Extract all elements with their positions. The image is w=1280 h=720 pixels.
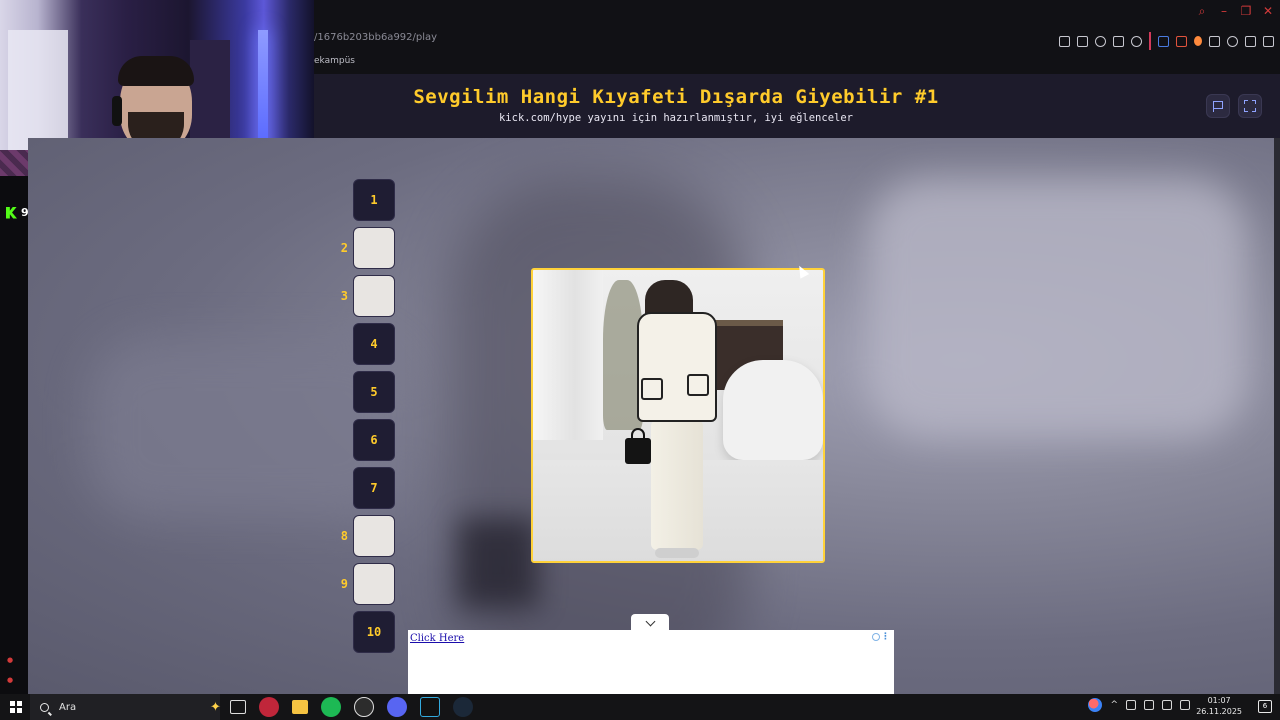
taskbar: Ara ✦ ^ 01:07 26.11.2025 6 xyxy=(0,694,1280,720)
notification-icon[interactable]: 6 xyxy=(1258,700,1272,713)
minimize-icon[interactable]: – xyxy=(1218,4,1230,18)
rank-slot-8-thumbnail[interactable] xyxy=(353,515,395,557)
scrollbar[interactable] xyxy=(1274,138,1280,694)
page-subtitle: kick.com/hype yayını için hazırlanmıştır… xyxy=(498,112,853,124)
rank-slot-5[interactable]: 5 xyxy=(353,371,395,413)
capcut-icon[interactable] xyxy=(420,697,440,717)
side-indicator-icon: ● xyxy=(7,676,14,684)
webcam-background-shelf xyxy=(190,40,230,140)
volume-icon[interactable] xyxy=(1162,700,1172,710)
spotify-icon[interactable] xyxy=(321,697,341,717)
search-icon[interactable]: ⌕ xyxy=(1196,4,1208,18)
rank-label-3: 3 xyxy=(340,289,348,303)
discord-icon[interactable] xyxy=(387,697,407,717)
windows-start-icon[interactable] xyxy=(10,701,22,713)
chevron-up-icon[interactable]: ^ xyxy=(1110,700,1118,710)
ad-info-icon[interactable] xyxy=(872,633,880,641)
browser-toolbar-icons xyxy=(1059,32,1274,50)
weather-icon[interactable] xyxy=(1088,698,1103,712)
menu-icon[interactable] xyxy=(1263,35,1274,47)
puzzle-icon[interactable] xyxy=(1209,35,1220,47)
ad-menu-icon[interactable]: ⋮ xyxy=(881,632,890,642)
microphone-icon[interactable] xyxy=(1126,700,1136,710)
clock-date: 26.11.2025 xyxy=(1196,707,1242,716)
image-person-coat xyxy=(637,312,717,422)
headset-icon xyxy=(112,96,122,126)
steam-icon[interactable] xyxy=(453,697,473,717)
image-coat-pocket xyxy=(687,374,709,396)
rank-label-2: 2 xyxy=(340,241,348,255)
image-shoes xyxy=(655,548,699,558)
ad-banner: Click Here ⋮ xyxy=(408,630,894,694)
fullscreen-button[interactable] xyxy=(1238,94,1262,118)
rank-slot-7[interactable]: 7 xyxy=(353,467,395,509)
copilot-sparkle-icon[interactable]: ✦ xyxy=(210,700,221,715)
rank-slot-1[interactable]: 1 xyxy=(353,179,395,221)
screenshot-icon[interactable] xyxy=(1077,35,1088,47)
opera-gx-icon[interactable] xyxy=(259,697,279,717)
file-explorer-icon[interactable] xyxy=(292,700,308,714)
shield-icon[interactable] xyxy=(1095,35,1106,47)
rank-label-9: 9 xyxy=(340,577,348,591)
taskbar-search-placeholder: Ara xyxy=(59,701,77,713)
image-armchair xyxy=(723,360,823,460)
ad-link[interactable]: Click Here xyxy=(410,633,464,644)
side-indicator-icon: ● xyxy=(7,656,14,664)
page-header: Sevgilim Hangi Kıyafeti Dışarda Giyebili… xyxy=(314,74,1280,138)
fullscreen-icon xyxy=(1244,100,1256,112)
rank-label-8: 8 xyxy=(340,529,348,543)
translate-icon[interactable] xyxy=(1158,35,1169,47)
kick-logo-icon xyxy=(6,206,17,219)
rank-slot-2-thumbnail[interactable] xyxy=(353,227,395,269)
network-icon[interactable] xyxy=(1180,700,1190,710)
taskbar-apps xyxy=(230,697,473,717)
toolbar-separator xyxy=(1149,32,1151,50)
restore-icon[interactable]: ❐ xyxy=(1240,4,1252,18)
taskbar-search[interactable]: Ara ✦ xyxy=(30,694,221,720)
download-icon[interactable] xyxy=(1245,35,1256,47)
rank-slot-6[interactable]: 6 xyxy=(353,419,395,461)
window-controls: ⌕ – ❐ ✕ xyxy=(1196,4,1274,18)
blurred-bag xyxy=(458,518,538,608)
rank-slot-3-thumbnail[interactable] xyxy=(353,275,395,317)
close-icon[interactable]: ✕ xyxy=(1262,4,1274,18)
chevron-down-icon xyxy=(645,616,655,626)
image-curtain xyxy=(533,270,603,440)
streamer-hair xyxy=(118,56,194,86)
image-person-pants xyxy=(651,420,703,550)
blurred-sofa xyxy=(868,178,1248,438)
flame-icon[interactable] xyxy=(1194,36,1202,46)
rank-slot-10[interactable]: 10 xyxy=(353,611,395,653)
webcam-background-door xyxy=(8,30,68,150)
rank-slot-9-thumbnail[interactable] xyxy=(353,563,395,605)
system-tray: ^ xyxy=(1088,698,1190,712)
clock-time: 01:07 xyxy=(1207,696,1231,705)
obs-icon[interactable] xyxy=(354,697,374,717)
stream-side-panel xyxy=(0,176,28,694)
report-button[interactable] xyxy=(1206,94,1230,118)
page-title: Sevgilim Hangi Kıyafeti Dışarda Giyebili… xyxy=(413,86,939,108)
flag-icon xyxy=(1213,100,1223,112)
image-handbag xyxy=(625,438,651,464)
screen: ⌕ – ❐ ✕ /1676b203bb6a992/play ekampüs 9 … xyxy=(0,0,1280,720)
taskbar-clock[interactable]: 01:07 26.11.2025 xyxy=(1196,695,1242,717)
extension-icon[interactable] xyxy=(1176,35,1187,47)
bookmark-item[interactable]: ekampüs xyxy=(314,56,355,66)
heart-icon[interactable] xyxy=(1131,35,1142,47)
rank-slot-4[interactable]: 4 xyxy=(353,323,395,365)
display-icon[interactable] xyxy=(1144,700,1154,710)
current-outfit-image[interactable] xyxy=(531,268,825,563)
task-view-icon[interactable] xyxy=(230,700,246,714)
account-icon[interactable] xyxy=(1227,35,1238,47)
address-bar[interactable]: /1676b203bb6a992/play xyxy=(314,32,437,43)
search-icon xyxy=(40,702,49,712)
pin-icon[interactable] xyxy=(1059,35,1070,47)
viewer-count: 9 xyxy=(6,206,29,219)
play-icon[interactable] xyxy=(1113,35,1124,47)
image-coat-pocket xyxy=(641,378,663,400)
